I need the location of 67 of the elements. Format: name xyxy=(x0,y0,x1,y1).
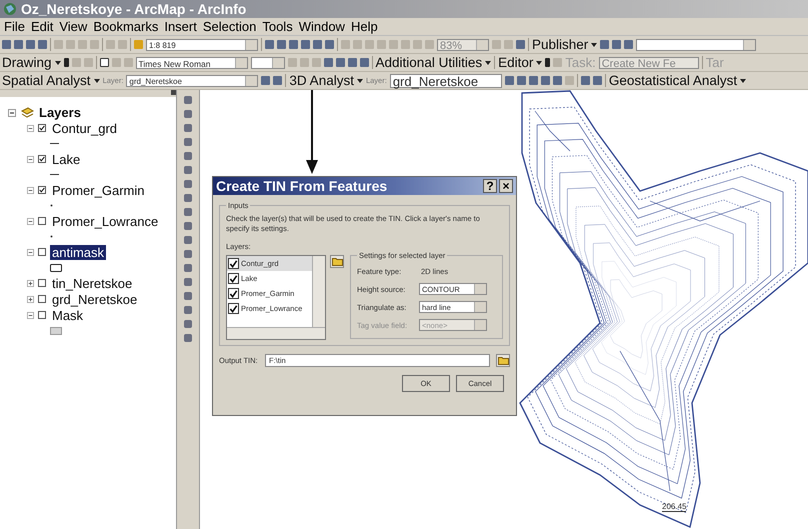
line-symbol-icon xyxy=(50,142,59,145)
polygon-symbol-icon xyxy=(50,264,62,272)
publisher-dropdown[interactable] xyxy=(636,38,756,50)
add-layer-button[interactable] xyxy=(330,255,344,268)
expand-toggle-icon[interactable] xyxy=(27,296,34,302)
expand-toggle-icon[interactable] xyxy=(27,280,34,286)
menu-item[interactable]: Selection xyxy=(202,19,256,34)
rectangle-icon[interactable] xyxy=(100,58,109,67)
layer-name[interactable]: antimask xyxy=(50,244,106,260)
layer-checkbox[interactable] xyxy=(38,248,46,256)
layer-checkbox[interactable] xyxy=(228,288,239,299)
layer-name[interactable]: Mask xyxy=(50,308,86,322)
layer-name[interactable]: grd_Neretskoe xyxy=(50,292,140,306)
menu-item[interactable]: Insert xyxy=(164,19,197,34)
collapse-icon[interactable] xyxy=(8,108,16,116)
layer-checkbox[interactable] xyxy=(38,217,46,225)
point-symbol-icon xyxy=(50,235,53,238)
expand-toggle-icon[interactable] xyxy=(27,156,34,162)
font-dropdown[interactable]: Times New Roman xyxy=(136,56,248,68)
spatial-analyst-menu[interactable]: Spatial Analyst xyxy=(2,73,100,88)
help-button[interactable]: ? xyxy=(483,179,497,193)
expand-toggle-icon[interactable] xyxy=(27,218,34,224)
layer-name[interactable]: Lake xyxy=(50,152,82,166)
point-symbol-icon xyxy=(50,204,53,207)
layer-name[interactable]: tin_Neretskoe xyxy=(50,276,134,290)
layer-checkbox[interactable] xyxy=(38,311,46,319)
layer-name[interactable]: Contur_grd xyxy=(50,120,120,136)
dialog-title: Create TIN From Features xyxy=(216,178,388,194)
menu-item[interactable]: Bookmarks xyxy=(93,19,158,34)
window-title: Oz_Neretskoye - ArcMap - ArcInfo xyxy=(21,1,246,17)
layer-checkbox[interactable] xyxy=(228,273,239,284)
layer-name[interactable]: Promer_Lowrance xyxy=(50,214,160,228)
expand-toggle-icon[interactable] xyxy=(27,124,34,132)
elevation-label: 206.45 xyxy=(662,502,686,512)
geostatistical-analyst-menu[interactable]: Geostatistical Analyst xyxy=(608,73,746,88)
browse-button[interactable] xyxy=(496,354,510,367)
expand-toggle-icon[interactable] xyxy=(27,186,34,194)
layer-dropdown[interactable]: grd_Neretskoe xyxy=(126,74,258,86)
menu-item[interactable]: View xyxy=(59,19,88,34)
expand-toggle-icon[interactable] xyxy=(27,312,34,318)
layer-checkbox[interactable] xyxy=(38,279,46,287)
menu-item[interactable]: Help xyxy=(350,19,378,34)
line-symbol-icon xyxy=(50,173,59,176)
menu-item[interactable]: Tools xyxy=(262,19,293,34)
layer-checkbox[interactable] xyxy=(38,295,46,303)
polygon-symbol-icon xyxy=(50,326,62,334)
menu-item[interactable]: File xyxy=(4,19,25,34)
menu-item[interactable]: Edit xyxy=(30,19,54,34)
layer-dropdown[interactable]: grd_Neretskoe xyxy=(390,74,502,88)
layer-checkbox[interactable] xyxy=(38,124,46,132)
scale-dropdown[interactable]: 1:8 819 xyxy=(146,38,258,50)
layers-icon xyxy=(21,107,34,118)
layer-name[interactable]: Promer_Garmin xyxy=(50,182,146,198)
3d-analyst-menu[interactable]: 3D Analyst xyxy=(289,73,363,88)
expand-toggle-icon[interactable] xyxy=(27,248,34,256)
layers-group[interactable]: Layers xyxy=(39,105,81,120)
target-label: Tar xyxy=(706,55,724,70)
menu-item[interactable]: Window xyxy=(298,19,345,34)
task-label: Task: xyxy=(565,55,596,70)
font-size-dropdown[interactable] xyxy=(250,56,285,68)
layer-checkbox[interactable] xyxy=(228,258,239,269)
layer-checkbox[interactable] xyxy=(228,303,239,314)
close-button[interactable]: × xyxy=(499,179,513,193)
scrollbar[interactable] xyxy=(312,256,325,327)
layer-checkbox[interactable] xyxy=(38,155,46,163)
scrollbar[interactable] xyxy=(227,327,325,339)
layer-checkbox[interactable] xyxy=(38,186,46,194)
